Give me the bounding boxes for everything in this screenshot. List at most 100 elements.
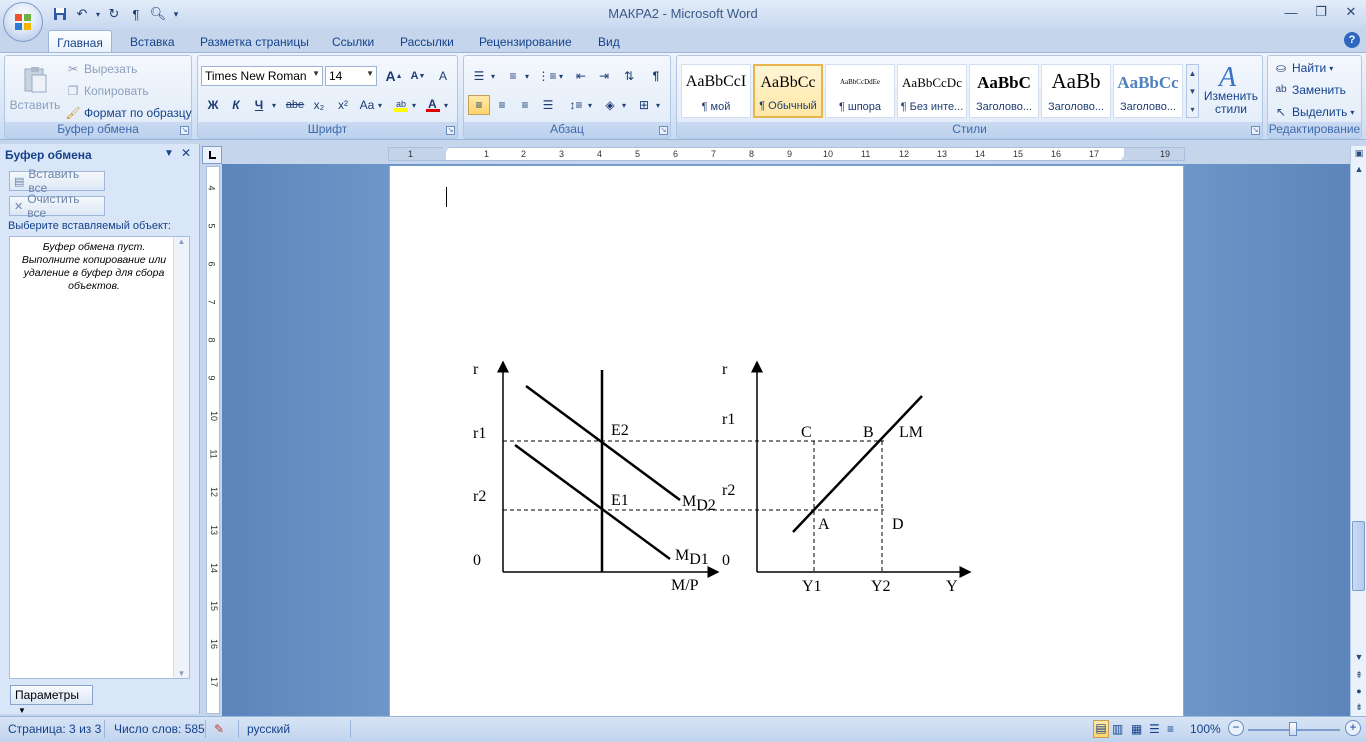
tab-insert[interactable]: Вставка — [130, 32, 175, 52]
bold-button[interactable]: Ж — [202, 95, 224, 115]
clear-formatting-icon[interactable]: A — [432, 66, 454, 86]
tab-home[interactable]: Главная — [48, 30, 112, 52]
styles-scroll-down-icon[interactable]: ▼ — [1187, 83, 1198, 101]
style-tile-heading3[interactable]: AaBbCc Заголово... — [1113, 64, 1183, 118]
restore-icon[interactable]: ❐ — [1306, 0, 1336, 24]
pane-close-icon[interactable]: ✕ — [181, 146, 191, 160]
decrease-indent-icon[interactable]: ⇤ — [570, 66, 592, 86]
indent-marker-icon[interactable] — [442, 146, 450, 152]
browse-object-icon[interactable]: ● — [1352, 686, 1366, 696]
tab-mailings[interactable]: Рассылки — [400, 32, 454, 52]
shading-icon[interactable]: ◈ — [599, 95, 621, 115]
line-spacing-dropdown-icon[interactable]: ▾ — [585, 95, 595, 115]
tab-view[interactable]: Вид — [598, 32, 620, 52]
copy-button[interactable]: ❐ Копировать — [65, 83, 149, 99]
pane-menu-icon[interactable]: ▼ — [164, 148, 174, 159]
font-size-dropdown-icon[interactable]: ▼ — [366, 69, 374, 78]
font-launcher-icon[interactable]: ↘ — [446, 126, 455, 135]
strikethrough-button[interactable]: abe — [284, 95, 306, 115]
page-indicator[interactable]: Страница: 3 из 3 — [8, 722, 101, 736]
minimize-icon[interactable]: — — [1276, 0, 1306, 24]
align-center-icon[interactable]: ≡ — [491, 95, 513, 115]
zoom-level[interactable]: 100% — [1190, 722, 1221, 736]
align-right-icon[interactable]: ≡ — [514, 95, 536, 115]
paragraph-launcher-icon[interactable]: ↘ — [659, 126, 668, 135]
options-button[interactable]: Параметры ▼ — [10, 685, 93, 715]
vertical-ruler[interactable]: 4 5 6 7 8 9 10 11 12 13 14 15 16 17 — [206, 166, 220, 714]
replace-button[interactable]: ab Заменить — [1273, 82, 1346, 98]
scroll-up-icon[interactable]: ▲ — [1352, 164, 1366, 174]
grow-font-button[interactable]: A ▲ — [383, 66, 405, 86]
clipboard-launcher-icon[interactable]: ↘ — [180, 126, 189, 135]
style-tile-moy[interactable]: AaBbCcI ¶ мой — [681, 64, 751, 118]
zoom-out-icon[interactable]: − — [1228, 720, 1244, 736]
bullets-icon[interactable]: ☰ — [468, 66, 490, 86]
select-dropdown-icon[interactable]: ▾ — [1350, 108, 1354, 117]
styles-scroll-up-icon[interactable]: ▲ — [1187, 65, 1198, 83]
sort-icon[interactable]: ⇅ — [618, 66, 640, 86]
scroll-down-icon[interactable]: ▼ — [174, 669, 189, 678]
zoom-in-icon[interactable]: + — [1345, 720, 1361, 736]
cut-button[interactable]: ✂ Вырезать — [65, 61, 137, 77]
justify-icon[interactable]: ☰ — [537, 95, 559, 115]
clipboard-list-scrollbar[interactable]: ▲ ▼ — [173, 237, 189, 678]
style-tile-heading2[interactable]: AaBb Заголово... — [1041, 64, 1111, 118]
font-color-dropdown-icon[interactable]: ▾ — [441, 95, 451, 115]
tab-selector[interactable] — [202, 146, 222, 164]
tab-references[interactable]: Ссылки — [332, 32, 374, 52]
change-styles-button[interactable]: A Изменить стили — [1203, 60, 1259, 116]
numbering-dropdown-icon[interactable]: ▾ — [522, 66, 532, 86]
document-scrollbar[interactable]: ▣ ▲ ▼ ⇞ ● ⇟ — [1350, 146, 1366, 716]
select-button[interactable]: ↖ Выделить ▾ — [1273, 104, 1354, 120]
styles-more-icon[interactable]: ▾ — [1187, 101, 1198, 119]
italic-button[interactable]: К — [225, 95, 247, 115]
scroll-down-icon[interactable]: ▼ — [1352, 652, 1366, 662]
office-button[interactable] — [3, 2, 43, 42]
print-layout-view-icon[interactable]: ▤ — [1093, 720, 1109, 738]
multilevel-dropdown-icon[interactable]: ▾ — [556, 66, 566, 86]
style-tile-heading1[interactable]: AaBbC Заголово... — [969, 64, 1039, 118]
outline-view-icon[interactable]: ☰ — [1149, 722, 1160, 736]
underline-dropdown-icon[interactable]: ▾ — [269, 95, 279, 115]
right-indent-marker-icon[interactable] — [1121, 154, 1129, 160]
subscript-button[interactable]: x₂ — [308, 95, 330, 115]
superscript-button[interactable]: x² — [332, 95, 354, 115]
style-tile-no-spacing[interactable]: AaBbCcDc ¶ Без инте... — [897, 64, 967, 118]
align-left-icon[interactable]: ≡ — [468, 95, 490, 115]
scroll-thumb[interactable] — [1352, 521, 1365, 591]
multilevel-list-icon[interactable]: ⋮≡ — [536, 66, 558, 86]
font-name-dropdown-icon[interactable]: ▼ — [312, 69, 320, 78]
styles-launcher-icon[interactable]: ↘ — [1251, 126, 1260, 135]
word-count[interactable]: Число слов: 585 — [114, 722, 205, 736]
full-screen-reading-view-icon[interactable]: ▥ — [1112, 722, 1123, 736]
borders-icon[interactable]: ⊞ — [633, 95, 655, 115]
style-tile-normal[interactable]: AaBbCc ¶ Обычный — [753, 64, 823, 118]
numbering-icon[interactable]: ≡ — [502, 66, 524, 86]
find-button[interactable]: ⛀ Найти ▾ — [1273, 60, 1333, 76]
shrink-font-button[interactable]: A ▼ — [407, 66, 429, 86]
highlight-dropdown-icon[interactable]: ▾ — [409, 95, 419, 115]
scroll-up-icon[interactable]: ▲ — [174, 237, 189, 246]
style-tile-shpora[interactable]: AaBbCcDdEe ¶ шпора — [825, 64, 895, 118]
paste-button[interactable]: Вставить — [9, 60, 61, 112]
close-icon[interactable]: ✕ — [1336, 0, 1366, 24]
change-case-dropdown-icon[interactable]: ▾ — [375, 95, 385, 115]
format-painter-button[interactable]: 🖌︎ Формат по образцу — [65, 105, 191, 121]
line-spacing-icon[interactable]: ↕≡ — [565, 95, 587, 115]
borders-dropdown-icon[interactable]: ▾ — [653, 95, 663, 115]
spelling-check-icon[interactable]: ✎ — [214, 722, 224, 736]
ruler-toggle-icon[interactable]: ▣ — [1352, 148, 1366, 159]
paste-all-button[interactable]: ▤ Вставить все — [9, 167, 105, 195]
horizontal-ruler[interactable]: 1 1 2 3 4 5 6 7 8 9 10 11 12 13 14 15 16 17 19 — [388, 146, 1185, 161]
help-icon[interactable]: ? — [1344, 32, 1360, 48]
web-layout-view-icon[interactable]: ▦ — [1131, 722, 1142, 736]
previous-page-icon[interactable]: ⇞ — [1352, 670, 1366, 681]
clipboard-items-list[interactable]: Буфер обмена пуст. Выполните копирование… — [9, 236, 190, 679]
underline-button[interactable]: Ч — [248, 95, 270, 115]
font-name-combo[interactable]: Times New Roman ▼ — [201, 66, 323, 86]
tab-page-layout[interactable]: Разметка страницы — [200, 32, 309, 52]
draft-view-icon[interactable]: ≡ — [1167, 722, 1174, 736]
increase-indent-icon[interactable]: ⇥ — [593, 66, 615, 86]
zoom-slider-thumb[interactable] — [1289, 722, 1297, 736]
bullets-dropdown-icon[interactable]: ▾ — [488, 66, 498, 86]
